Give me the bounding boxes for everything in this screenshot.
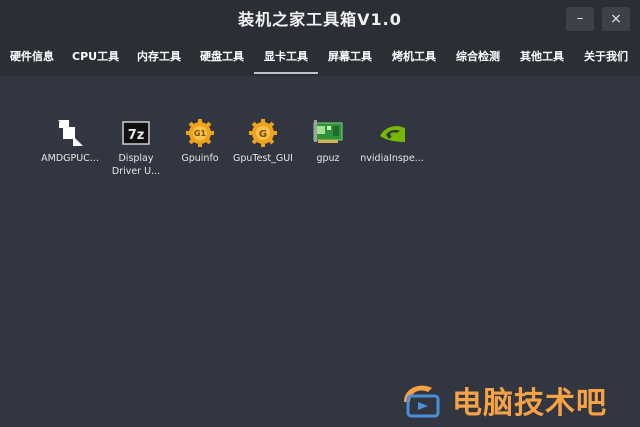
tool-gpuz[interactable]: gpuz — [296, 118, 360, 165]
tab-comprehensive-test[interactable]: 综合检测 — [456, 38, 500, 76]
tool-gputest-gui[interactable]: G GpuTest_GUI — [231, 118, 295, 165]
svg-text:G1: G1 — [194, 129, 207, 138]
nvidia-logo-icon — [377, 118, 407, 148]
gputest-gear-icon: G — [248, 118, 278, 148]
tab-screen-tools[interactable]: 屏幕工具 — [328, 38, 372, 76]
tool-grid: AMDGPUC... 7z Display Driver U... G1 Gpu… — [0, 76, 640, 427]
tab-cpu-tools[interactable]: CPU工具 — [72, 38, 119, 76]
tool-label: gpuz — [316, 153, 340, 164]
tool-label: Gpuinfo — [181, 153, 219, 164]
tab-other-tools[interactable]: 其他工具 — [520, 38, 564, 76]
amd-gpu-clock-icon — [55, 118, 85, 148]
window-title: 装机之家工具箱V1.0 — [238, 10, 402, 29]
graphics-card-icon — [313, 118, 343, 148]
title-bar[interactable]: 装机之家工具箱V1.0 – × — [0, 0, 640, 38]
tab-hardware-info[interactable]: 硬件信息 — [10, 38, 54, 76]
tool-label: GpuTest_GUI — [233, 153, 293, 164]
tool-nvidia-inspector[interactable]: nvidiaInspe... — [360, 118, 424, 165]
tab-gpu-tools[interactable]: 显卡工具 — [254, 38, 318, 76]
7z-archive-icon: 7z — [121, 118, 151, 148]
watermark-text: 电脑技术吧 — [452, 386, 607, 421]
svg-text:7z: 7z — [128, 128, 145, 143]
minimize-button[interactable]: – — [566, 7, 594, 31]
tool-label: AMDGPUC... — [41, 153, 99, 164]
watermark: 电脑技术吧 — [398, 376, 636, 421]
tab-about-us[interactable]: 关于我们 — [584, 38, 628, 76]
tool-amdgpuclocktool[interactable]: AMDGPUC... — [38, 118, 102, 165]
tool-label: Display Driver U... — [111, 153, 161, 177]
tool-gpuinfo[interactable]: G1 Gpuinfo — [168, 118, 232, 165]
tool-display-driver-uninstaller[interactable]: 7z Display Driver U... — [104, 118, 168, 178]
tool-label: nvidiaInspe... — [360, 153, 424, 164]
tab-stress-tools[interactable]: 烤机工具 — [392, 38, 436, 76]
svg-text:G: G — [259, 129, 267, 140]
menu-bar: 硬件信息 CPU工具 内存工具 硬盘工具 显卡工具 屏幕工具 烤机工具 综合检测… — [0, 38, 640, 76]
gpuinfo-gear-icon: G1 — [185, 118, 215, 148]
app-window: 装机之家工具箱V1.0 – × 硬件信息 CPU工具 内存工具 硬盘工具 显卡工… — [0, 0, 640, 427]
watermark-logo-icon — [404, 385, 440, 418]
close-button[interactable]: × — [602, 7, 630, 31]
tab-memory-tools[interactable]: 内存工具 — [137, 38, 181, 76]
tab-disk-tools[interactable]: 硬盘工具 — [200, 38, 244, 76]
